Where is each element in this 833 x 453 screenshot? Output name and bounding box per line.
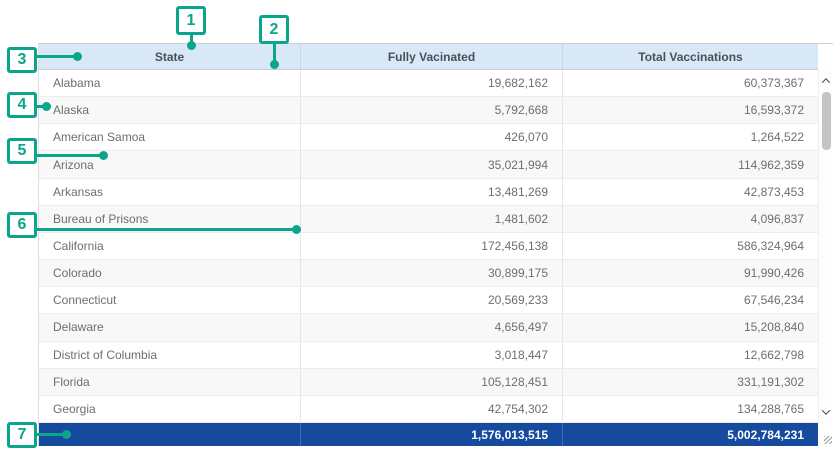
total-vaccinations-cell: 331,191,302: [563, 369, 818, 395]
callout-6-dot: [292, 225, 301, 234]
resize-grip-icon[interactable]: [824, 436, 832, 444]
table-row[interactable]: Florida 105,128,451 331,191,302: [39, 369, 818, 396]
callout-2-dot: [270, 60, 279, 69]
state-cell: Georgia: [39, 396, 301, 422]
callout-5-label: 5: [18, 142, 27, 160]
callout-2-label: 2: [270, 21, 279, 39]
fully-vacinated-cell: 20,569,233: [301, 287, 563, 313]
callout-1-box: 1: [176, 6, 206, 35]
callout-3-box: 3: [7, 47, 37, 73]
fully-vacinated-cell: 35,021,994: [301, 151, 563, 177]
total-vaccinations-cell: 586,324,964: [563, 233, 818, 259]
fully-vacinated-cell: 3,018,447: [301, 342, 563, 368]
fully-vacinated-cell: 5,792,668: [301, 97, 563, 123]
callout-2-box: 2: [259, 15, 289, 44]
fully-vacinated-cell: 13,481,269: [301, 179, 563, 205]
state-cell: Arkansas: [39, 179, 301, 205]
table-row[interactable]: Alabama 19,682,162 60,373,367: [39, 70, 818, 97]
state-cell: Florida: [39, 369, 301, 395]
total-vaccinations-cell: 16,593,372: [563, 97, 818, 123]
callout-6-label: 6: [18, 216, 27, 234]
scrollbar-footer-corner: [818, 423, 833, 446]
fully-vacinated-cell: 426,070: [301, 124, 563, 150]
table-row[interactable]: Arizona 35,021,994 114,962,359: [39, 151, 818, 178]
callout-4-dot: [42, 102, 51, 111]
scrollbar-track[interactable]: [818, 70, 833, 423]
state-cell: Colorado: [39, 260, 301, 286]
table-body: Alabama 19,682,162 60,373,367 Alaska 5,7…: [39, 70, 818, 423]
callout-7-box: 7: [7, 422, 37, 448]
fully-vacinated-cell: 4,656,497: [301, 314, 563, 340]
attribute-table: State Fully Vacinated Total Vaccinations…: [38, 43, 833, 446]
state-cell: Connecticut: [39, 287, 301, 313]
table-row[interactable]: Arkansas 13,481,269 42,873,453: [39, 179, 818, 206]
total-vaccinations-cell: 114,962,359: [563, 151, 818, 177]
state-cell: Alaska: [39, 97, 301, 123]
column-header-total-vaccinations[interactable]: Total Vaccinations: [563, 44, 818, 69]
vertical-scrollbar: [818, 44, 833, 446]
state-cell: Delaware: [39, 314, 301, 340]
summary-fully-vacinated-total: 1,576,013,515: [301, 423, 563, 446]
total-vaccinations-cell: 91,990,426: [563, 260, 818, 286]
scrollbar-header-spacer: [818, 44, 833, 70]
total-vaccinations-cell: 15,208,840: [563, 314, 818, 340]
state-cell: California: [39, 233, 301, 259]
fully-vacinated-cell: 42,754,302: [301, 396, 563, 422]
table-row[interactable]: Delaware 4,656,497 15,208,840: [39, 314, 818, 341]
total-vaccinations-cell: 12,662,798: [563, 342, 818, 368]
callout-6-box: 6: [7, 212, 37, 238]
callout-4-label: 4: [18, 96, 27, 114]
fully-vacinated-cell: 19,682,162: [301, 70, 563, 96]
column-header-fully-vacinated[interactable]: Fully Vacinated: [301, 44, 563, 69]
fully-vacinated-cell: 30,899,175: [301, 260, 563, 286]
state-cell: Alabama: [39, 70, 301, 96]
fully-vacinated-cell: 172,456,138: [301, 233, 563, 259]
chevron-up-icon: [822, 78, 830, 86]
summary-state-cell: [39, 423, 301, 446]
callout-7-dot: [62, 430, 71, 439]
state-cell: American Samoa: [39, 124, 301, 150]
callout-5-line: [37, 154, 104, 157]
callout-1-dot: [187, 41, 196, 50]
fully-vacinated-cell: 1,481,602: [301, 206, 563, 232]
table-row[interactable]: American Samoa 426,070 1,264,522: [39, 124, 818, 151]
callout-5-dot: [99, 151, 108, 160]
scroll-down-button[interactable]: [819, 404, 833, 420]
callout-3-label: 3: [18, 51, 27, 69]
table-row[interactable]: California 172,456,138 586,324,964: [39, 233, 818, 260]
chevron-down-icon: [822, 406, 830, 414]
scroll-up-button[interactable]: [819, 73, 833, 89]
callout-7-label: 7: [18, 426, 27, 444]
state-cell: District of Columbia: [39, 342, 301, 368]
callout-6-line: [37, 228, 297, 231]
table-summary-row: 1,576,013,515 5,002,784,231: [39, 423, 818, 446]
table-row[interactable]: District of Columbia 3,018,447 12,662,79…: [39, 342, 818, 369]
total-vaccinations-cell: 1,264,522: [563, 124, 818, 150]
fully-vacinated-cell: 105,128,451: [301, 369, 563, 395]
total-vaccinations-cell: 134,288,765: [563, 396, 818, 422]
total-vaccinations-cell: 67,546,234: [563, 287, 818, 313]
total-vaccinations-cell: 60,373,367: [563, 70, 818, 96]
table-row[interactable]: Colorado 30,899,175 91,990,426: [39, 260, 818, 287]
table-row[interactable]: Connecticut 20,569,233 67,546,234: [39, 287, 818, 314]
callout-3-line: [37, 55, 78, 58]
callout-5-box: 5: [7, 138, 37, 164]
scrollbar-thumb[interactable]: [822, 92, 831, 150]
table-row[interactable]: Alaska 5,792,668 16,593,372: [39, 97, 818, 124]
table-row[interactable]: Georgia 42,754,302 134,288,765: [39, 396, 818, 423]
callout-4-box: 4: [7, 92, 37, 118]
table-header-row: State Fully Vacinated Total Vaccinations: [39, 44, 818, 70]
total-vaccinations-cell: 4,096,837: [563, 206, 818, 232]
callout-3-dot: [73, 52, 82, 61]
table-main: State Fully Vacinated Total Vaccinations…: [39, 44, 818, 446]
annotated-table-screenshot: State Fully Vacinated Total Vaccinations…: [0, 0, 833, 453]
summary-total-vaccinations-total: 5,002,784,231: [563, 423, 818, 446]
total-vaccinations-cell: 42,873,453: [563, 179, 818, 205]
callout-1-label: 1: [187, 12, 196, 30]
